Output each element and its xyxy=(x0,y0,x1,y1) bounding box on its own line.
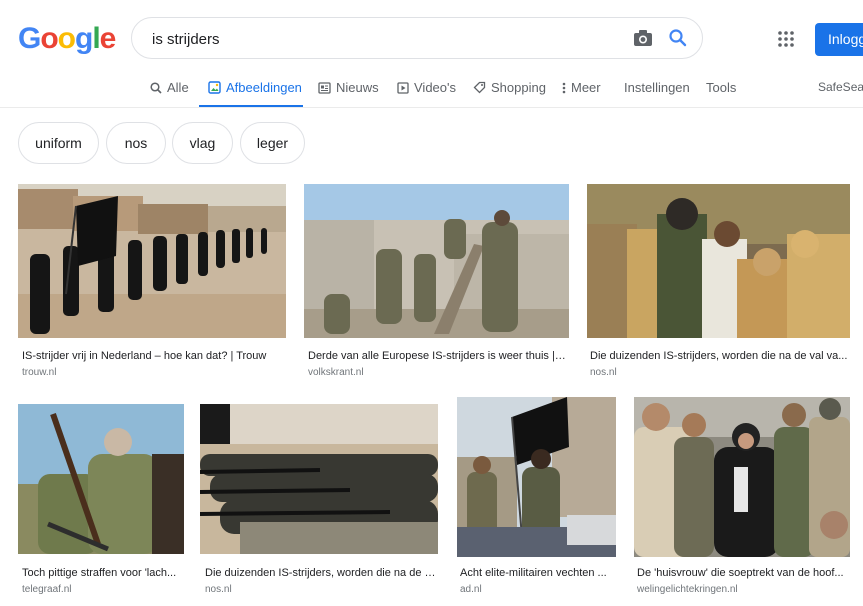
apps-grid-icon[interactable] xyxy=(778,31,794,52)
result-source: welingelichtekringen.nl xyxy=(637,584,738,595)
chip-vlag[interactable]: vlag xyxy=(172,122,233,164)
image-result[interactable]: IS-strijder vrij in Nederland – hoe kan … xyxy=(18,184,286,384)
chip-leger[interactable]: leger xyxy=(240,122,305,164)
logo-letter: g xyxy=(75,22,93,55)
logo-letter: G xyxy=(18,22,41,55)
tab-shopping[interactable]: Shopping xyxy=(473,80,546,95)
result-thumbnail[interactable] xyxy=(18,404,184,554)
image-result[interactable]: Die duizenden IS-strijders, worden die n… xyxy=(587,184,850,384)
chip-uniform[interactable]: uniform xyxy=(18,122,99,164)
result-thumbnail[interactable] xyxy=(200,404,438,554)
result-caption[interactable]: Derde van alle Europese IS-strijders is … xyxy=(308,350,566,362)
tab-label: Afbeeldingen xyxy=(226,80,302,95)
safesearch-link[interactable]: SafeSear xyxy=(818,80,863,94)
tab-tools[interactable]: Tools xyxy=(706,80,736,95)
tab-label: Tools xyxy=(706,80,737,95)
search-icon[interactable] xyxy=(668,28,688,53)
tab-label: Instellingen xyxy=(624,80,690,95)
signin-button[interactable]: Inlogg xyxy=(815,23,863,56)
tab-label: Nieuws xyxy=(336,80,379,95)
result-source: nos.nl xyxy=(205,584,232,595)
result-source: trouw.nl xyxy=(22,367,57,378)
result-caption[interactable]: Acht elite-militairen vechten ... xyxy=(460,567,614,579)
result-source: telegraaf.nl xyxy=(22,584,72,595)
tab-meer[interactable]: Meer xyxy=(562,80,601,95)
tab-afbeeldingen[interactable]: Afbeeldingen xyxy=(208,80,302,95)
result-caption[interactable]: Die duizenden IS-strijders, worden die n… xyxy=(590,350,848,362)
tab-label: Video's xyxy=(414,80,456,95)
tab-nieuws[interactable]: Nieuws xyxy=(318,80,379,95)
video-icon xyxy=(397,81,409,94)
tab-label: Alle xyxy=(167,80,189,95)
result-source: ad.nl xyxy=(460,584,482,595)
result-caption[interactable]: Die duizenden IS-strijders, worden die n… xyxy=(205,567,437,579)
image-result[interactable]: Toch pittige straffen voor 'lach... tele… xyxy=(18,404,184,604)
search-input[interactable] xyxy=(150,28,614,50)
news-icon xyxy=(318,81,331,94)
tab-instellingen[interactable]: Instellingen xyxy=(624,80,690,95)
result-caption[interactable]: IS-strijder vrij in Nederland – hoe kan … xyxy=(22,350,284,362)
tab-label: SafeSear xyxy=(818,80,863,94)
chip-nos[interactable]: nos xyxy=(106,122,166,164)
header-divider xyxy=(0,107,863,108)
tag-icon xyxy=(473,81,486,94)
tab-alle[interactable]: Alle xyxy=(150,80,189,95)
tab-label: Meer xyxy=(571,80,601,95)
more-vert-icon xyxy=(562,82,566,93)
logo-letter: l xyxy=(92,22,100,55)
camera-icon[interactable] xyxy=(632,28,654,53)
search-box[interactable] xyxy=(131,17,703,59)
search-tabs: Alle Afbeeldingen Nieuws Video's Shoppin… xyxy=(0,80,863,108)
tab-videos[interactable]: Video's xyxy=(397,80,456,95)
result-thumbnail[interactable] xyxy=(18,184,286,338)
logo-letter: o xyxy=(40,22,58,55)
result-thumbnail[interactable] xyxy=(634,397,850,557)
image-result[interactable]: Die duizenden IS-strijders, worden die n… xyxy=(200,404,438,604)
result-caption[interactable]: Toch pittige straffen voor 'lach... xyxy=(22,567,182,579)
result-source: volkskrant.nl xyxy=(308,367,364,378)
result-thumbnail[interactable] xyxy=(587,184,850,338)
image-icon xyxy=(208,81,221,94)
logo-letter: o xyxy=(57,22,76,55)
image-result[interactable]: Derde van alle Europese IS-strijders is … xyxy=(304,184,569,384)
tab-label: Shopping xyxy=(491,80,546,95)
logo-letter: e xyxy=(99,22,117,55)
search-icon xyxy=(150,81,162,94)
result-thumbnail[interactable] xyxy=(457,397,616,557)
result-thumbnail[interactable] xyxy=(304,184,569,338)
result-caption[interactable]: De 'huisvrouw' die soeptrekt van de hoof… xyxy=(637,567,849,579)
image-result[interactable]: Acht elite-militairen vechten ... ad.nl xyxy=(457,397,616,603)
google-logo[interactable]: Google xyxy=(18,22,117,56)
image-result[interactable]: De 'huisvrouw' die soeptrekt van de hoof… xyxy=(634,397,850,603)
result-source: nos.nl xyxy=(590,367,617,378)
